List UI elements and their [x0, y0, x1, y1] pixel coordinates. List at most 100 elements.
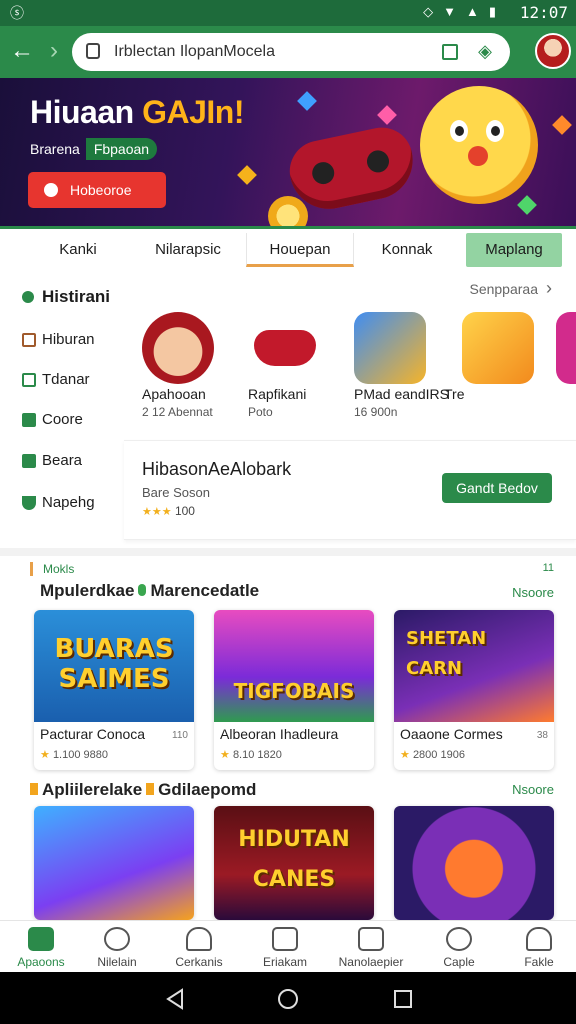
back-arrow-icon[interactable]: ←	[8, 38, 36, 66]
game-art-title: BUARAS SAIMES	[54, 634, 174, 694]
extension-icon[interactable]: ◈	[478, 41, 492, 62]
system-navigation-bar	[0, 972, 576, 1024]
section-more-link[interactable]: Nsoore	[512, 782, 554, 797]
nav-item-6[interactable]: Fakle	[498, 921, 576, 973]
star-icon: ★	[400, 749, 410, 761]
game-name: Albeoran Ihadleura	[220, 726, 339, 742]
sidebar-item-4[interactable]: Napehg	[22, 492, 95, 514]
home-icon	[28, 927, 54, 951]
section-title: Apliilerelake Gdilaepomd	[26, 780, 256, 800]
sidebar-item-1[interactable]: Tdanar	[22, 369, 90, 391]
recents-icon[interactable]	[392, 988, 414, 1010]
hero-banner[interactable]: Hiuaan GAJIn! Brarena Fbpaoan Hobeoroe	[0, 78, 576, 226]
tab-4[interactable]: Maplang	[466, 233, 562, 267]
nav-home[interactable]: Apaoons	[0, 921, 82, 973]
star-rating-icon: ★★★	[142, 506, 172, 518]
game-card[interactable]	[34, 806, 194, 920]
tab-0[interactable]: Kanki	[30, 233, 126, 267]
app-item[interactable]: Apahooan 2 12 Abennat	[124, 312, 234, 422]
nav-label: Nilelain	[97, 955, 137, 969]
address-bar[interactable]: Irblectan IlopanMocela ◈	[72, 33, 510, 71]
avatar[interactable]	[535, 33, 571, 69]
nav-item-3[interactable]: Eriakam	[244, 921, 326, 973]
game-card[interactable]: TIGFOBAIS Albeoran Ihadleura ★ 8.10 1820	[214, 610, 374, 770]
app-item[interactable]: Tre	[444, 312, 554, 422]
profile-icon	[526, 927, 552, 951]
game-card[interactable]: BUARAS SAIMES Pacturar Conoca ★ 1.100 98…	[34, 610, 194, 770]
game-side-label: 110	[172, 730, 188, 741]
section-title-b: Gdilaepomd	[158, 780, 257, 799]
gem-decoration	[237, 165, 257, 185]
game-card[interactable]: SHETAN CARN Oaaone Cormes ★ 2800 1906 38	[394, 610, 554, 770]
section-corner-label: 11	[542, 562, 554, 574]
section-kicker: Mokls	[30, 562, 74, 576]
game-card[interactable]: HIDUTAN CANES	[214, 806, 374, 920]
nav-item-1[interactable]: Nilelain	[76, 921, 158, 973]
app-meta: 2 12 Abennat	[142, 405, 213, 419]
sidebar-item-0[interactable]: Hiburan	[22, 329, 95, 351]
user-icon	[186, 927, 212, 951]
see-all-link[interactable]: Senpparaa ›	[469, 278, 552, 299]
app-item-partial[interactable]	[546, 312, 576, 422]
leaf-icon	[138, 584, 147, 596]
nav-label: Fakle	[524, 955, 554, 969]
bolt-icon	[146, 783, 155, 795]
nav-item-5[interactable]: Caple	[418, 921, 500, 973]
status-notification-icon: ⓢ	[10, 5, 24, 21]
featured-cta-button[interactable]: Gandt Bedov	[442, 473, 552, 503]
game-meta: ★ 2800 1906	[400, 748, 465, 761]
sidebar-item-label: Tdanar	[42, 371, 90, 388]
notification-icon	[446, 927, 472, 951]
mascot-eye	[450, 120, 468, 142]
hero-play-button[interactable]: Hobeoroe	[28, 172, 166, 208]
app-item[interactable]: Rapfikani Poto	[230, 312, 340, 422]
game-art-title: HIDUTAN CANES	[238, 827, 350, 892]
nav-label: Apaoons	[17, 955, 65, 969]
game-card[interactable]	[394, 806, 554, 920]
sidebar-item-label: Coore	[42, 411, 83, 428]
hero-subtitle-a: Brarena	[30, 141, 80, 157]
mascot-nose	[468, 146, 488, 166]
tab-1[interactable]: Nilarapsic	[138, 233, 238, 267]
bookmark-icon	[22, 454, 36, 468]
home-circle-icon[interactable]	[277, 988, 299, 1010]
game-side-label: 38	[536, 730, 548, 741]
featured-card[interactable]: HibasonAeAlobark Bare Soson ★★★ 100 Gand…	[124, 440, 576, 540]
section-title-b: Marencedatle	[150, 581, 260, 600]
game-art: BUARAS SAIMES	[34, 610, 194, 722]
bluetooth-icon: ◇	[423, 4, 434, 19]
tab-switcher-icon[interactable]	[442, 44, 458, 60]
search-icon	[104, 927, 130, 951]
tab-3[interactable]: Konnak	[362, 233, 452, 267]
game-name: Pacturar Conoca	[40, 726, 146, 742]
nav-item-2[interactable]: Cerkanis	[158, 921, 240, 973]
gamepad-stick	[364, 148, 392, 175]
game-art: TIGFOBAIS	[214, 610, 374, 722]
browser-toolbar: ← › Irblectan IlopanMocela ◈	[0, 26, 576, 78]
gamepad-shape	[254, 330, 316, 366]
sidebar-item-2[interactable]: Coore	[22, 409, 83, 431]
gem-decoration	[552, 115, 572, 135]
app-name: Tre	[444, 386, 465, 402]
nav-item-4[interactable]: Nanolaepier	[330, 921, 412, 973]
gem-decoration	[377, 105, 397, 125]
sidebar-title: Histirani	[22, 286, 110, 308]
dot-icon	[22, 291, 34, 303]
chat-icon	[462, 312, 534, 384]
wifi-icon: ▼	[443, 4, 456, 19]
hero-title-part: Hiuaan	[30, 94, 143, 130]
sidebar-item-3[interactable]: Beara	[22, 450, 82, 472]
back-icon[interactable]	[164, 988, 186, 1010]
forward-arrow-icon[interactable]: ›	[40, 38, 68, 66]
game-art	[394, 806, 554, 920]
app-item[interactable]: PMad eandIRS 16 900n	[336, 312, 449, 422]
app-name: PMad eandIRS	[354, 386, 449, 402]
section-title: Mpulerdkae Marencedatle	[40, 581, 259, 601]
app-name: Rapfikani	[248, 386, 307, 402]
gamepad-icon	[248, 312, 320, 384]
featured-subtitle: Bare Soson	[142, 485, 210, 500]
star-icon: ★	[40, 749, 50, 761]
section-more-link[interactable]: Nsoore	[512, 585, 554, 600]
mascot-character	[420, 86, 538, 204]
tab-2[interactable]: Houepan	[246, 233, 354, 267]
